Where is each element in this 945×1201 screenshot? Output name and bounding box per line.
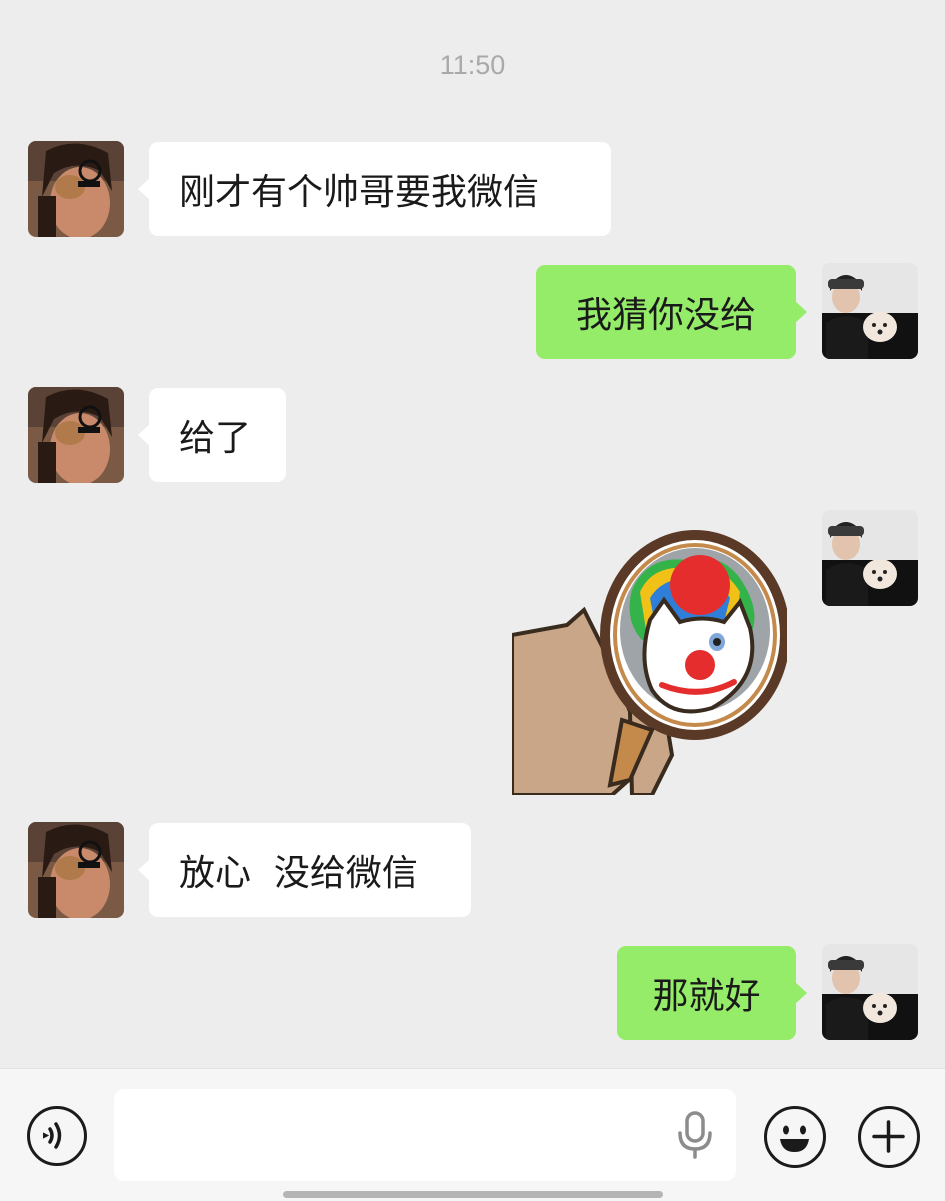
- message-input[interactable]: [114, 1089, 736, 1181]
- clown-cat-mirror-sticker[interactable]: [510, 530, 790, 797]
- message-bubble-outgoing[interactable]: 我猜你没给: [536, 265, 807, 359]
- message-bubble-incoming[interactable]: 给了: [138, 388, 286, 482]
- contact-avatar[interactable]: [28, 387, 124, 483]
- microphone-icon[interactable]: [676, 1111, 714, 1163]
- plus-icon[interactable]: [858, 1106, 920, 1168]
- message-bubble-incoming[interactable]: 刚才有个帅哥要我微信: [138, 142, 611, 236]
- message-bubble-outgoing[interactable]: 那就好: [617, 946, 807, 1040]
- message-bubble-incoming[interactable]: 放心 没给微信: [138, 823, 471, 917]
- contact-avatar[interactable]: [28, 822, 124, 918]
- my-avatar[interactable]: [822, 263, 918, 359]
- voice-input-icon[interactable]: [27, 1106, 87, 1166]
- my-avatar[interactable]: [822, 510, 918, 606]
- chat-input-bar: [0, 1068, 945, 1201]
- home-indicator: [283, 1191, 663, 1198]
- message-timestamp: 11:50: [439, 50, 506, 80]
- contact-avatar[interactable]: [28, 141, 124, 237]
- my-avatar[interactable]: [822, 944, 918, 1040]
- emoji-icon[interactable]: [764, 1106, 826, 1168]
